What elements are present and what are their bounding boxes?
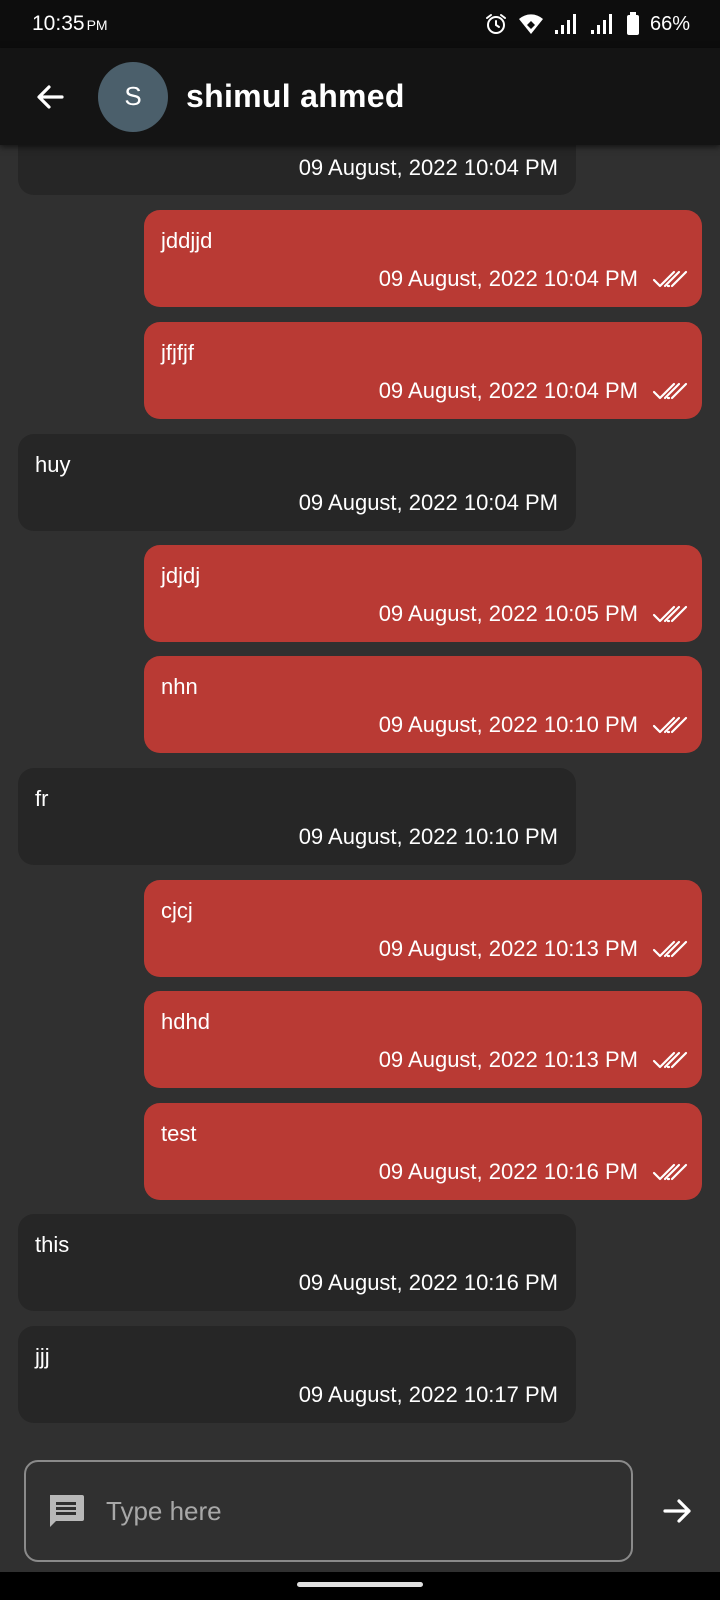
home-indicator[interactable] (297, 1582, 423, 1587)
message-bubble-outgoing[interactable]: cjcj 09 August, 2022 10:13 PM (144, 880, 702, 977)
message-text: test (161, 1121, 197, 1146)
message-text: jdjdj (161, 563, 201, 588)
message-bubble-outgoing[interactable]: nhn 09 August, 2022 10:10 PM (144, 656, 702, 753)
message-time: 09 August, 2022 10:10 PM (378, 712, 638, 737)
alarm-icon (484, 12, 508, 36)
battery-level: 66% (649, 12, 690, 35)
message-time: 09 August, 2022 10:17 PM (298, 1382, 558, 1407)
status-time-value: 10:35 (32, 12, 85, 35)
message-bubble-outgoing[interactable]: jdjdj 09 August, 2022 10:05 PM (144, 545, 702, 642)
message-text: jjj (35, 1344, 50, 1369)
message-composer[interactable] (24, 1460, 633, 1562)
message-time: 09 August, 2022 10:16 PM (298, 1270, 558, 1295)
message-time: 09 August, 2022 10:04 PM (378, 266, 638, 291)
message-time: 09 August, 2022 10:16 PM (378, 1159, 638, 1184)
message-bubble-outgoing[interactable]: hdhd 09 August, 2022 10:13 PM (144, 991, 702, 1088)
double-check-icon (652, 1051, 688, 1069)
message-time: 09 August, 2022 10:13 PM (378, 936, 638, 961)
send-button[interactable] (652, 1483, 704, 1539)
message-time: 09 August, 2022 10:04 PM (298, 155, 558, 180)
double-check-icon (652, 605, 688, 623)
message-bubble-incoming[interactable]: 09 August, 2022 10:04 PM (18, 145, 576, 195)
battery-icon (626, 12, 640, 36)
message-bubble-outgoing[interactable]: jfjfjf 09 August, 2022 10:04 PM (144, 322, 702, 419)
message-list[interactable]: 09 August, 2022 10:04 PM jddjjd 09 Augus… (0, 145, 720, 1452)
status-time-ampm: PM (86, 17, 108, 33)
arrow-right-icon (663, 1499, 691, 1523)
contact-name: shimul ahmed (186, 78, 405, 114)
message-time: 09 August, 2022 10:04 PM (378, 378, 638, 403)
message-bubble-incoming[interactable]: huy 09 August, 2022 10:04 PM (18, 434, 576, 531)
wifi-icon (518, 13, 544, 35)
double-check-icon (652, 716, 688, 734)
message-bubble-incoming[interactable]: this 09 August, 2022 10:16 PM (18, 1214, 576, 1311)
signal-icon (554, 13, 580, 35)
message-time: 09 August, 2022 10:10 PM (298, 824, 558, 849)
double-check-icon (652, 1163, 688, 1181)
message-text: jfjfjf (161, 340, 194, 365)
avatar-letter: S (124, 81, 142, 111)
message-icon (46, 1491, 86, 1531)
double-check-icon (652, 940, 688, 958)
app-bar: S shimul ahmed (0, 48, 720, 145)
status-icons: 66% (484, 12, 690, 36)
signal-icon (590, 13, 616, 35)
message-text: hdhd (161, 1009, 210, 1034)
double-check-icon (652, 270, 688, 288)
navigation-bar (0, 1572, 720, 1600)
double-check-icon (652, 382, 688, 400)
message-bubble-incoming[interactable]: jjj 09 August, 2022 10:17 PM (18, 1326, 576, 1423)
message-text: fr (35, 786, 49, 811)
message-text: cjcj (161, 898, 193, 923)
message-input[interactable] (104, 1494, 568, 1528)
message-time: 09 August, 2022 10:13 PM (378, 1047, 638, 1072)
status-time: 10:35 PM (32, 12, 108, 36)
message-bubble-outgoing[interactable]: test 09 August, 2022 10:16 PM (144, 1103, 702, 1200)
message-bubble-incoming[interactable]: fr 09 August, 2022 10:10 PM (18, 768, 576, 865)
message-time: 09 August, 2022 10:05 PM (378, 601, 638, 626)
back-button[interactable] (20, 67, 80, 127)
message-time: 09 August, 2022 10:04 PM (298, 490, 558, 515)
message-text: huy (35, 452, 71, 477)
status-bar: 10:35 PM 66% (0, 0, 720, 48)
message-text: jddjjd (161, 228, 213, 253)
message-bubble-outgoing[interactable]: jddjjd 09 August, 2022 10:04 PM (144, 210, 702, 307)
message-text: nhn (161, 674, 198, 699)
message-text: this (35, 1232, 70, 1257)
arrow-left-icon (37, 84, 64, 109)
avatar[interactable]: S (98, 61, 168, 132)
